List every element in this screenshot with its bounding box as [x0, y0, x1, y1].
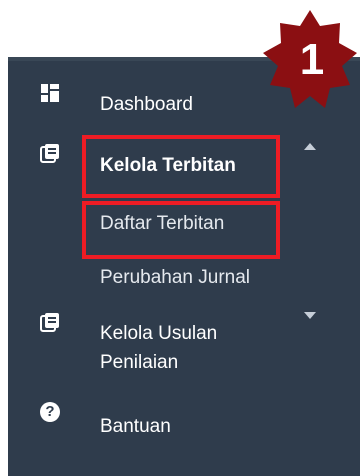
sidebar-item-bantuan[interactable]: Bantuan — [100, 414, 171, 439]
screenshot-stage: Dashboard Kelola Terbitan Daftar Terbita… — [0, 0, 360, 476]
sidebar-subitem-perubahan-jurnal[interactable]: Perubahan Jurnal — [100, 265, 250, 290]
sidebar-subitem-daftar-terbitan[interactable]: Daftar Terbitan — [100, 211, 224, 236]
sidebar-item-kelola-terbitan[interactable]: Kelola Terbitan — [100, 153, 236, 178]
sidebar-item-kelola-usulan-penilaian[interactable]: Kelola Usulan Penilaian — [100, 319, 280, 377]
chevron-up-icon[interactable] — [304, 143, 316, 150]
sidebar-nav: Dashboard Kelola Terbitan Daftar Terbita… — [8, 57, 360, 476]
sidebar-item-dashboard[interactable]: Dashboard — [100, 92, 193, 117]
chevron-down-icon[interactable] — [304, 312, 316, 319]
publication-icon — [40, 312, 60, 332]
publication-icon — [40, 143, 60, 163]
step-number-badge: 1 — [259, 8, 360, 112]
help-icon: ? — [40, 402, 60, 422]
step-number-text: 1 — [300, 35, 324, 84]
dashboard-icon — [40, 83, 60, 103]
